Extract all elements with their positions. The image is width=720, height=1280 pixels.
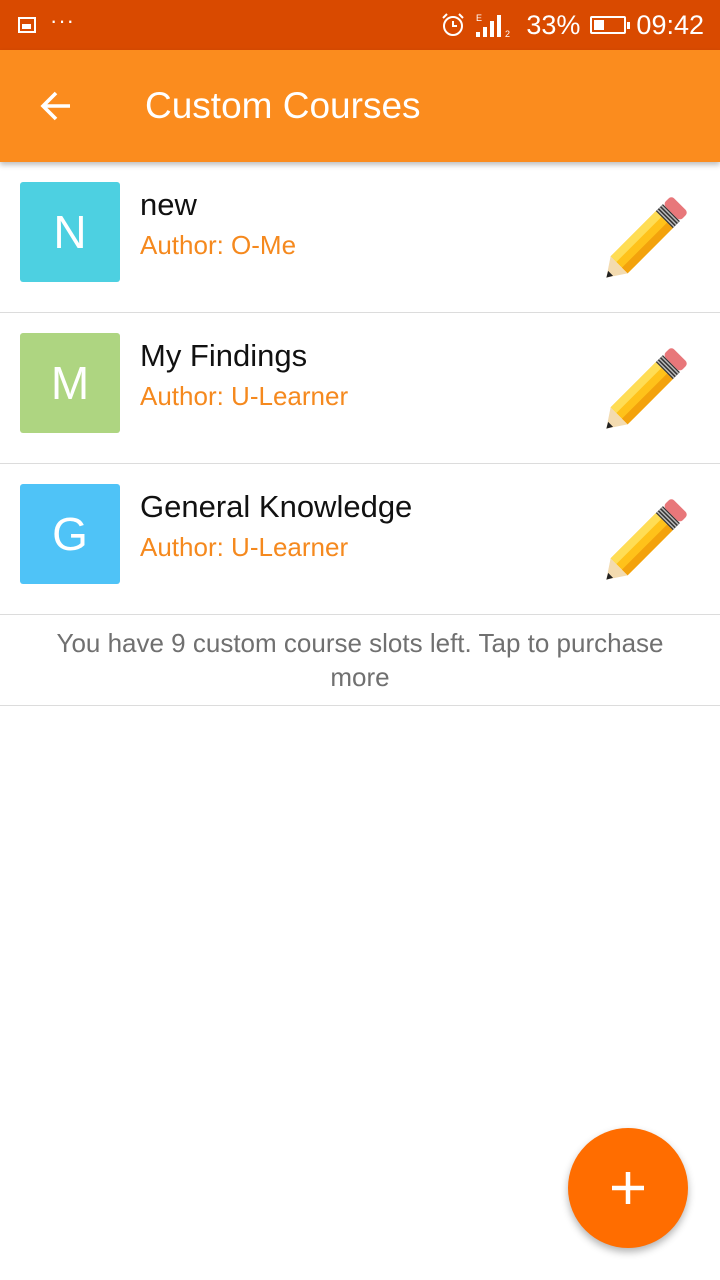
battery-fill [594, 20, 604, 30]
pencil-icon[interactable] [588, 341, 694, 447]
add-course-button[interactable] [568, 1128, 688, 1248]
course-row[interactable]: M My Findings Author: U-Learner [0, 313, 720, 464]
course-list: N new Author: O-Me M My Findings Author:… [0, 162, 720, 615]
image-icon [18, 17, 36, 33]
course-title: My Findings [140, 338, 308, 373]
status-left: ··· [18, 8, 75, 38]
course-title: new [140, 187, 197, 222]
arrow-back-icon [40, 91, 70, 121]
signal-icon: E 2 [476, 13, 510, 38]
more-dots-icon: ··· [50, 8, 75, 33]
page-title: Custom Courses [145, 85, 421, 126]
app-bar: Custom Courses [0, 50, 720, 162]
course-avatar: N [20, 182, 120, 282]
svg-text:E: E [476, 13, 482, 23]
purchase-slots-link[interactable]: You have 9 custom course slots left. Tap… [0, 614, 720, 706]
alarm-icon [442, 13, 465, 36]
clock: 09:42 [636, 9, 704, 40]
course-author: Author: U-Learner [140, 381, 349, 411]
pencil-icon[interactable] [588, 492, 694, 598]
course-row[interactable]: N new Author: O-Me [0, 162, 720, 313]
svg-text:2: 2 [505, 29, 510, 38]
back-button[interactable] [30, 80, 82, 132]
plus-icon [612, 1172, 644, 1204]
course-author: Author: O-Me [140, 230, 297, 260]
course-title: General Knowledge [140, 489, 413, 524]
status-bar: ··· E 2 33% 09:42 [0, 0, 720, 50]
battery-icon [590, 16, 631, 34]
course-avatar: G [20, 484, 120, 584]
course-row[interactable]: G General Knowledge Author: U-Learner [0, 464, 720, 615]
course-author: Author: U-Learner [140, 532, 349, 562]
battery-percent: 33% [526, 9, 581, 40]
status-right: E 2 33% 09:42 [440, 0, 704, 50]
course-avatar: M [20, 333, 120, 433]
pencil-icon[interactable] [588, 190, 694, 296]
